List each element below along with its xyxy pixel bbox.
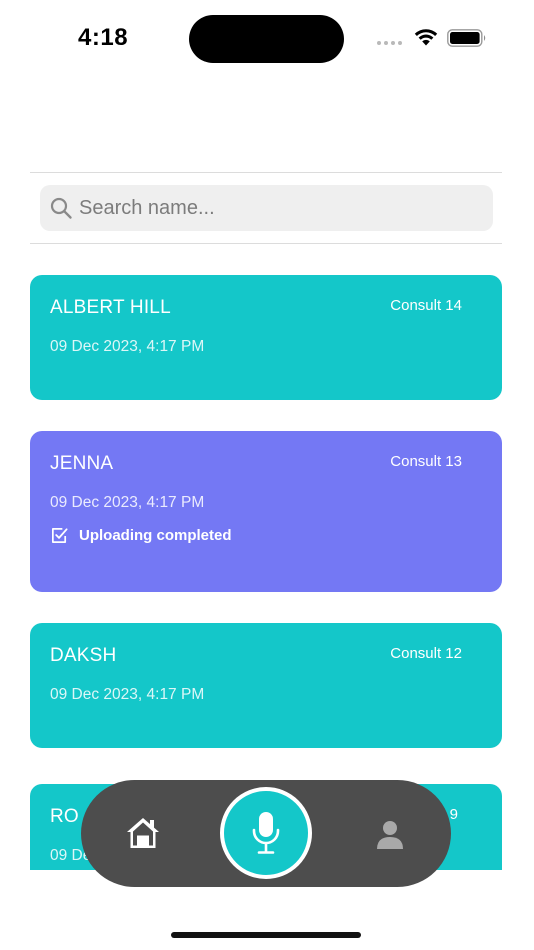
consult-card[interactable]: JENNA Consult 13 09 Dec 2023, 4:17 PM Up… xyxy=(30,431,502,592)
profile-icon[interactable] xyxy=(376,820,404,850)
consult-number: 9 xyxy=(449,806,458,823)
cellular-signal-icon xyxy=(377,41,402,45)
header-divider xyxy=(30,172,502,173)
consult-number: Consult 12 xyxy=(390,645,462,662)
search-icon xyxy=(50,197,72,219)
upload-status: Uploading completed xyxy=(50,526,232,545)
status-time: 4:18 xyxy=(78,24,129,51)
upload-status-label: Uploading completed xyxy=(79,527,232,544)
consult-number: Consult 14 xyxy=(390,297,462,314)
consult-list[interactable]: ALBERT HILL Consult 14 09 Dec 2023, 4:17… xyxy=(0,244,534,870)
consult-date: 09 Dec 2023, 4:17 PM xyxy=(50,686,205,703)
bottom-tab-bar xyxy=(81,780,451,887)
dynamic-island xyxy=(189,15,344,63)
consult-date: 09 Dec 2023, 4:17 PM xyxy=(50,338,205,355)
home-indicator xyxy=(171,932,361,938)
consult-number: Consult 13 xyxy=(390,453,462,470)
battery-icon xyxy=(447,29,486,47)
patient-name: DAKSH xyxy=(50,645,117,666)
patient-name: JENNA xyxy=(50,453,114,474)
patient-name: RO xyxy=(50,806,79,827)
wifi-icon xyxy=(414,29,438,46)
consult-card[interactable]: DAKSH Consult 12 09 Dec 2023, 4:17 PM xyxy=(30,623,502,748)
microphone-icon xyxy=(252,812,280,854)
checkbox-checked-icon xyxy=(51,527,68,544)
consult-date: 09 Dec 2023, 4:17 PM xyxy=(50,494,205,511)
search-input[interactable] xyxy=(79,196,459,220)
home-icon[interactable] xyxy=(125,816,161,850)
record-button[interactable] xyxy=(220,787,312,879)
consult-card[interactable]: ALBERT HILL Consult 14 09 Dec 2023, 4:17… xyxy=(30,275,502,400)
patient-name: ALBERT HILL xyxy=(50,297,171,318)
search-bar[interactable] xyxy=(40,185,493,231)
